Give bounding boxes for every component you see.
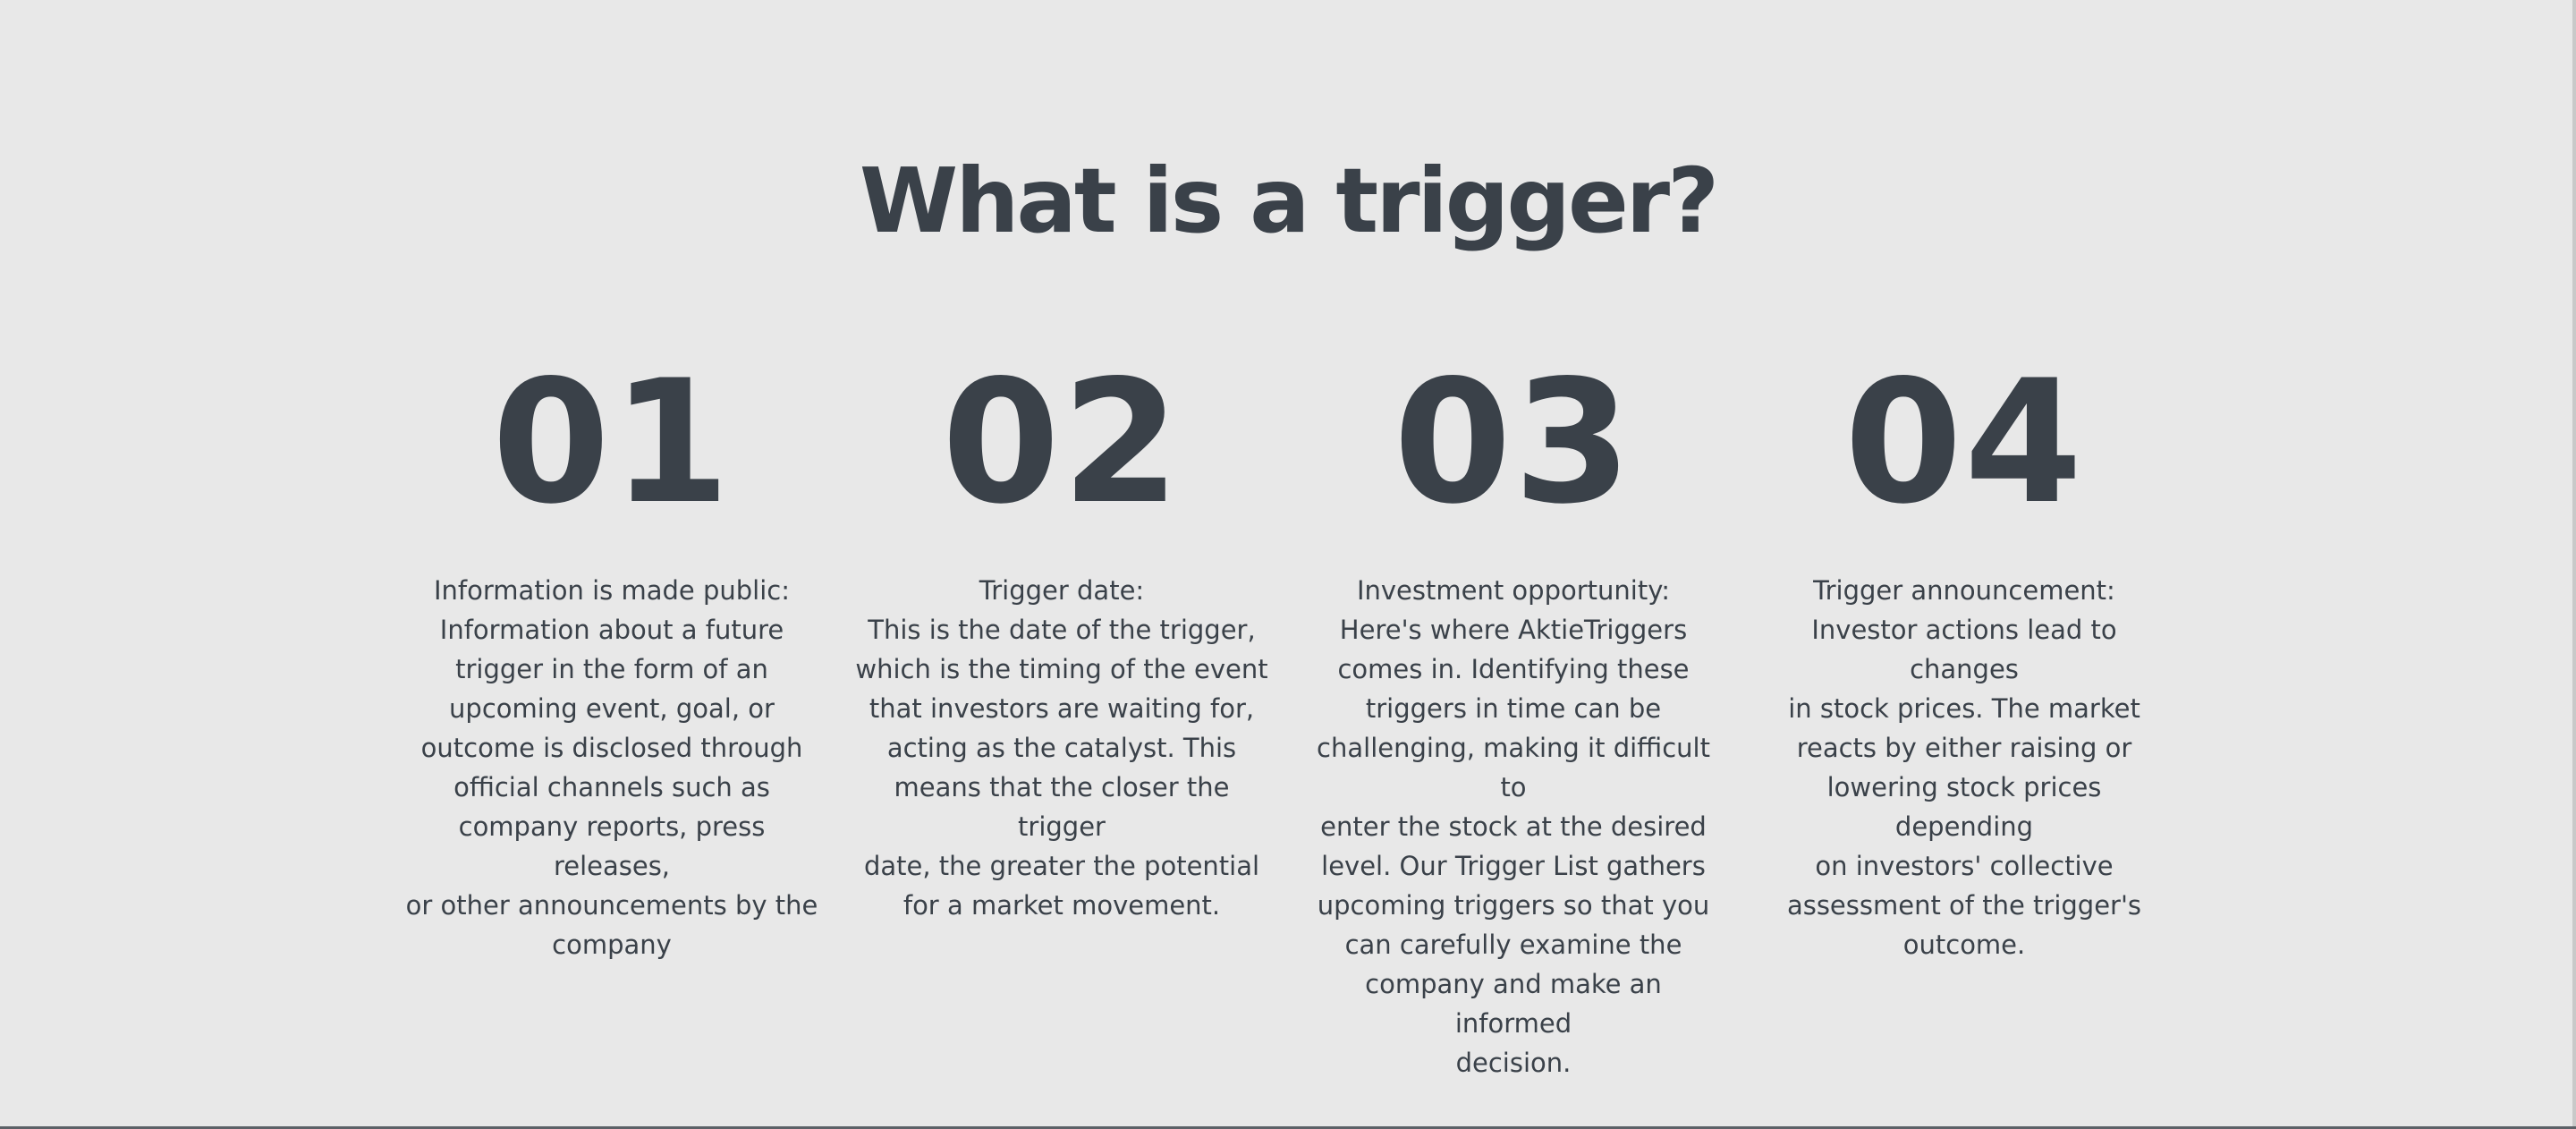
step-description-line: Here's where AktieTriggers (1339, 615, 1688, 645)
step-description-line: reacts by either raising or (1796, 733, 2132, 763)
step-description-line: triggers in time can be (1365, 693, 1662, 724)
step-description-line: level. Our Trigger List gathers (1321, 851, 1706, 881)
step-description-line: Trigger announcement: (1813, 575, 2115, 606)
step-column-02: 02 Trigger date: This is the date of the… (852, 353, 1272, 925)
step-description-line: upcoming triggers so that you (1317, 890, 1710, 921)
step-description: Trigger date: This is the date of the tr… (852, 571, 1272, 925)
step-number: 01 (491, 344, 733, 541)
step-description-line: in stock prices. The market (1788, 693, 2140, 724)
step-number: 04 (1843, 344, 2085, 541)
step-description-line: enter the stock at the desired (1320, 811, 1707, 842)
step-description-line: This is the date of the trigger, (868, 615, 1256, 645)
step-description-line: Information about a future (439, 615, 784, 645)
window-right-edge (2572, 0, 2576, 1129)
step-description: Investment opportunity: Here's where Akt… (1303, 571, 1724, 1082)
step-description-line: outcome. (1902, 930, 2026, 960)
step-number: 02 (941, 344, 1182, 541)
step-column-04: 04 Trigger announcement: Investor action… (1754, 353, 2174, 964)
step-description-line: that investors are waiting for, (869, 693, 1255, 724)
step-description-line: official channels such as (453, 772, 770, 802)
step-description-line: challenging, making it difficult to (1317, 733, 1710, 802)
step-description-line: company reports, press releases, (458, 811, 766, 881)
step-description-line: upcoming event, goal, or (449, 693, 775, 724)
step-description-line: which is the timing of the event (855, 654, 1268, 684)
step-description-line: Investor actions lead to changes (1811, 615, 2117, 684)
step-description-line: acting as the catalyst. This (886, 733, 1237, 763)
step-description-line: means that the closer the trigger (894, 772, 1230, 842)
step-description-line: on investors' collective (1815, 851, 2114, 881)
step-description-line: Trigger date: (979, 575, 1145, 606)
step-description-line: outcome is disclosed through (420, 733, 803, 763)
step-description-line: or other announcements by the (405, 890, 818, 921)
step-description-line: Information is made public: (434, 575, 790, 606)
step-description-line: date, the greater the potential (863, 851, 1260, 881)
section-title: What is a trigger? (859, 149, 1719, 253)
step-description-line: decision. (1455, 1048, 1572, 1078)
step-description-line: can carefully examine the (1344, 930, 1682, 960)
step-description-line: assessment of the trigger's (1786, 890, 2142, 921)
step-description-line: Investment opportunity: (1356, 575, 1671, 606)
step-column-01: 01 Information is made public: Informati… (402, 353, 822, 964)
step-description-line: company and make an informed (1365, 969, 1662, 1039)
step-description-line: trigger in the form of an (455, 654, 768, 684)
step-description-line: company (552, 930, 672, 960)
step-description-line: comes in. Identifying these (1337, 654, 1690, 684)
step-description: Information is made public: Information … (402, 571, 822, 964)
step-number: 03 (1393, 344, 1634, 541)
step-description-line: lowering stock prices depending (1826, 772, 2102, 842)
step-description: Trigger announcement: Investor actions l… (1754, 571, 2174, 964)
step-description-line: for a market movement. (902, 890, 1221, 921)
step-column-03: 03 Investment opportunity: Here's where … (1303, 353, 1724, 1082)
